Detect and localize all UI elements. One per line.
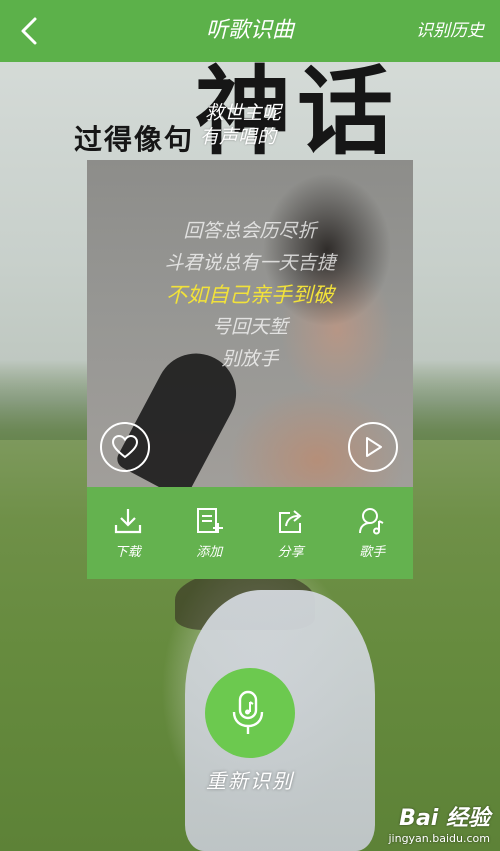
play-icon — [366, 437, 382, 457]
download-button[interactable]: 下载 — [87, 487, 169, 579]
background-small-word: 过得像句 — [74, 123, 195, 156]
lyric-line: 斗君说总有一天吉捷 — [164, 252, 336, 274]
heart-icon — [112, 435, 138, 459]
share-label: 分享 — [277, 544, 304, 560]
lyric-line: 号回天堑 — [211, 316, 288, 338]
like-button[interactable] — [100, 422, 150, 472]
background-lyric-1: 救世主呢 — [205, 102, 282, 124]
lyric-line: 回答总会历尽折 — [183, 220, 317, 242]
lyric-line: 别放手 — [221, 348, 279, 370]
lyrics-panel: 回答总会历尽折 斗君说总有一天吉捷 不如自己亲手到破 号回天堑 别放手 — [87, 215, 413, 375]
singer-button[interactable]: 歌手 — [332, 487, 414, 579]
lyric-line-active: 不如自己亲手到破 — [166, 283, 334, 307]
singer-label: 歌手 — [359, 544, 386, 560]
download-label: 下载 — [114, 544, 141, 560]
share-button[interactable]: 分享 — [250, 487, 332, 579]
history-link[interactable]: 识别历史 — [416, 0, 484, 62]
header-bar: 听歌识曲 识别历史 — [0, 0, 500, 62]
record-label: 重新识别 — [206, 769, 294, 793]
song-card: 回答总会历尽折 斗君说总有一天吉捷 不如自己亲手到破 号回天堑 别放手 下载 添… — [87, 160, 413, 579]
action-bar: 下载 添加 分享 歌手 — [87, 487, 413, 579]
record-button[interactable] — [205, 668, 295, 758]
play-button[interactable] — [348, 422, 398, 472]
add-to-list-icon — [197, 507, 224, 533]
share-icon — [278, 509, 302, 533]
add-button[interactable]: 添加 — [169, 487, 251, 579]
download-icon — [114, 508, 141, 533]
background-lyric-2: 有声唱的 — [200, 126, 277, 148]
watermark-url: jingyan.baidu.com — [388, 832, 490, 845]
watermark: Bai 经验 jingyan.baidu.com — [388, 800, 490, 845]
mic-music-icon — [232, 690, 264, 734]
back-button[interactable] — [10, 12, 48, 50]
singer-icon — [359, 507, 384, 534]
watermark-logo: Bai 经验 — [399, 806, 490, 831]
add-label: 添加 — [196, 544, 223, 560]
chevron-left-icon — [21, 17, 37, 45]
